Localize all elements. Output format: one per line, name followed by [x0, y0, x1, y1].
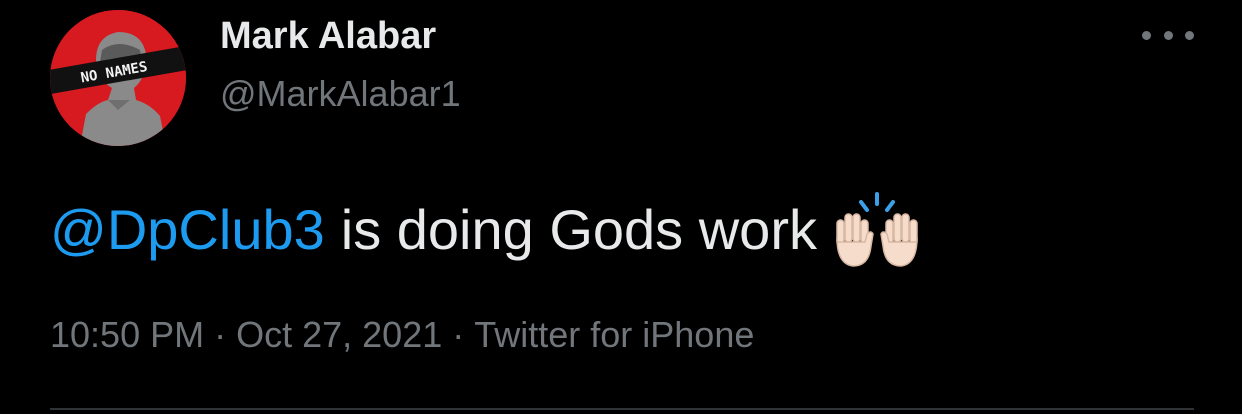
author-handle[interactable]: @MarkAlabar1 [220, 72, 461, 116]
divider [50, 408, 1194, 410]
tweet-detail: NO NAMES Mark Alabar @MarkAlabar1 @DpClu… [0, 0, 1242, 414]
avatar-image: NO NAMES [50, 10, 186, 146]
tweet-time[interactable]: 10:50 PM [50, 314, 204, 355]
tweet-body-text: is doing Gods work [340, 198, 817, 261]
raising-hands-icon [831, 190, 923, 270]
meta-separator: · [452, 314, 465, 355]
more-options-button[interactable] [1142, 20, 1194, 50]
more-dot-icon [1142, 30, 1151, 40]
mention-link[interactable]: @DpClub3 [50, 195, 325, 265]
tweet-text: @DpClub3 is doing Gods work [50, 190, 923, 270]
more-dot-icon [1185, 30, 1194, 40]
meta-separator: · [214, 314, 227, 355]
tweet-metadata: 10:50 PM · Oct 27, 2021 · Twitter for iPhone [50, 310, 754, 360]
tweet-date[interactable]: Oct 27, 2021 [236, 314, 442, 355]
avatar[interactable]: NO NAMES [50, 10, 186, 146]
more-dot-icon [1163, 30, 1173, 40]
author-display-name[interactable]: Mark Alabar [220, 14, 436, 58]
tweet-source[interactable]: Twitter for iPhone [474, 314, 754, 355]
